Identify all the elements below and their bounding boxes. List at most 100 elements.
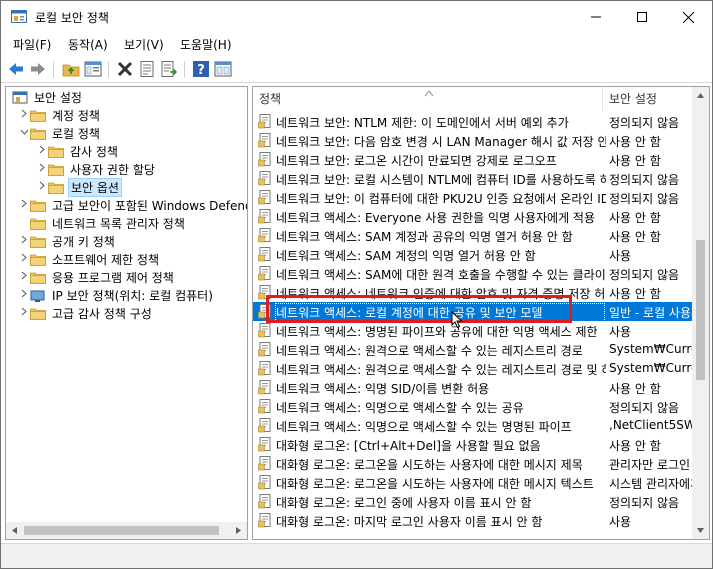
policy-row[interactable]: 네트워크 보안: 로컬 시스템이 NTLM에 컴퓨터 ID를 사용하도록 허용 정… [253, 169, 695, 188]
chevron-right-icon[interactable] [18, 289, 30, 301]
folder-icon [30, 308, 46, 320]
tree-item[interactable]: 감사 정책 [36, 142, 120, 160]
forward-arrow-icon[interactable] [29, 60, 47, 78]
tree-item[interactable]: 네트워크 목록 관리자 정책 [18, 214, 187, 232]
back-arrow-icon[interactable] [7, 60, 25, 78]
chevron-right-icon[interactable] [18, 271, 30, 283]
tree-item[interactable]: 고급 감사 정책 구성 [18, 304, 154, 322]
policy-setting: 정의되지 않음 [609, 173, 680, 187]
menu-action[interactable]: 동작(A) [68, 36, 108, 53]
menu-file[interactable]: 파일(F) [13, 36, 51, 53]
column-header-policy[interactable]: 정책 [259, 87, 281, 111]
policy-name: 대화형 로그온: 로그인 중에 사용자 이름 표시 안 함 [276, 496, 532, 510]
policy-name: 네트워크 보안: 이 컴퓨터에 대한 PKU2U 인증 요청에서 온라인 ID … [276, 192, 606, 206]
tree-item-label: 고급 감사 정책 구성 [52, 306, 152, 321]
tree-item-label: 네트워크 목록 관리자 정책 [52, 216, 185, 231]
scroll-left-icon[interactable] [10, 526, 19, 535]
security-policy-app-icon [11, 10, 27, 23]
policy-name: 네트워크 액세스: SAM에 대한 원격 호출을 수행할 수 있는 클라이언트 … [276, 268, 606, 282]
policy-row[interactable]: 네트워크 보안: 다음 암호 변경 시 LAN Manager 해시 값 저장 … [253, 131, 695, 150]
tree-item[interactable]: 계정 정책 [18, 106, 102, 124]
policy-icon [258, 323, 271, 338]
menu-view[interactable]: 보기(V) [124, 36, 164, 53]
tree-item[interactable]: 고급 보안이 포함된 Windows Defender 방화벽 [18, 196, 247, 214]
folder-icon [30, 272, 46, 284]
policy-row[interactable]: 네트워크 보안: 로그온 시간이 만료되면 강제로 로그오프 사용 안 함 [253, 150, 695, 169]
export-list-icon[interactable] [160, 60, 178, 78]
maximize-button[interactable] [619, 1, 665, 33]
tree-item-label: 소프트웨어 제한 정책 [52, 252, 159, 267]
policy-setting: 정의되지 않음 [609, 268, 680, 282]
policy-row[interactable]: 대화형 로그온: 로그온을 시도하는 사용자에 대한 메시지 제목 관리자만 로그… [253, 454, 695, 473]
tree-item[interactable]: 보안 설정 [12, 88, 84, 106]
horizontal-scrollbar[interactable] [6, 522, 247, 539]
mouse-cursor-icon [451, 311, 463, 329]
policy-icon [258, 190, 271, 205]
policy-row[interactable]: 대화형 로그온: 마지막 로그인 사용자 이름 표시 안 함 사용 [253, 511, 695, 530]
chevron-right-icon[interactable] [36, 145, 48, 157]
policy-row[interactable]: 대화형 로그온: 로그온을 시도하는 사용자에 대한 메시지 텍스트 시스템 관리… [253, 473, 699, 492]
scroll-right-icon[interactable] [234, 526, 243, 535]
chevron-right-icon[interactable] [36, 181, 48, 193]
policy-setting: 관리자만 로그인 [609, 458, 691, 472]
tree-item[interactable]: 응용 프로그램 제어 정책 [18, 268, 176, 286]
policy-row[interactable]: 네트워크 보안: NTLM 제한: 이 도메인에서 서버 예외 추가 정의되지 않… [253, 112, 695, 131]
policy-row[interactable]: 대화형 로그온: 로그인 중에 사용자 이름 표시 안 함 정의되지 않음 [253, 492, 695, 511]
chevron-right-icon[interactable] [36, 163, 48, 175]
show-hide-tree-icon[interactable] [84, 60, 102, 78]
policy-row[interactable]: 네트워크 액세스: Everyone 사용 권한을 익명 사용자에게 적용 사용 … [253, 207, 695, 226]
minimize-button[interactable] [573, 1, 619, 33]
policy-row[interactable]: 대화형 로그온: [Ctrl+Alt+Del]을 사용할 필요 없음 사용 안 함 [253, 435, 695, 454]
help-icon[interactable]: ? [192, 60, 210, 78]
up-folder-icon[interactable] [62, 60, 80, 78]
folder-icon [30, 110, 46, 122]
tree-pane[interactable]: 보안 설정 계정 정책 로컬 정책 감사 정책 사용자 권한 할당 보안 옵션 고급 보안이… [5, 86, 248, 540]
delete-icon[interactable] [116, 60, 134, 78]
menu-help[interactable]: 도움말(H) [180, 36, 232, 53]
toolbar-separator [108, 61, 109, 78]
horizontal-scroll-thumb[interactable] [24, 526, 219, 535]
policy-list-pane[interactable]: 정책 보안 설정 네트워크 보안: NTLM 제한: 이 도메인에서 서버 예외… [252, 86, 710, 540]
tree-item-label: 고급 보안이 포함된 Windows Defender 방화벽 [52, 198, 247, 213]
chevron-down-icon[interactable] [18, 128, 30, 139]
folder-icon [48, 182, 64, 194]
tree-item[interactable]: 보안 옵션 [36, 177, 122, 197]
scroll-down-icon[interactable] [696, 526, 705, 535]
policy-row[interactable]: 네트워크 액세스: 익명 SID/이름 변환 허용 사용 안 함 [253, 378, 695, 397]
policy-icon [258, 171, 271, 186]
properties-icon[interactable] [138, 60, 156, 78]
chevron-right-icon[interactable] [18, 235, 30, 247]
policy-row[interactable]: 네트워크 액세스: 명명된 파이프와 공유에 대한 익명 액세스 제한 사용 [253, 321, 695, 340]
vertical-scroll-thumb[interactable] [696, 240, 705, 380]
policy-setting: 사용 안 함 [609, 211, 661, 225]
tree-item[interactable]: 사용자 권한 할당 [36, 160, 157, 178]
policy-row[interactable]: 네트워크 액세스: 원격으로 액세스할 수 있는 레지스트리 경로 System₩… [253, 340, 699, 359]
policy-setting: 정의되지 않음 [609, 192, 680, 206]
policy-row[interactable]: 네트워크 액세스: 익명으로 액세스할 수 있는 공유 정의되지 않음 [253, 397, 695, 416]
view-icon[interactable] [214, 60, 232, 78]
close-button[interactable] [665, 1, 711, 33]
column-divider[interactable] [602, 87, 603, 111]
column-header-setting[interactable]: 보안 설정 [609, 87, 657, 111]
tree-item-label: 응용 프로그램 제어 정책 [52, 270, 174, 285]
chevron-right-icon[interactable] [18, 253, 30, 265]
policy-row[interactable]: 네트워크 액세스: 익명으로 액세스할 수 있는 명명된 파이프 ,NetClie… [253, 416, 699, 435]
tree-item[interactable]: 공개 키 정책 [18, 232, 117, 250]
policy-row[interactable]: 네트워크 액세스: SAM 계정의 익명 열거 허용 안 함 사용 [253, 245, 695, 264]
policy-setting: 정의되지 않음 [609, 116, 680, 130]
policy-row[interactable]: 네트워크 액세스: SAM 계정과 공유의 익명 열거 허용 안 함 사용 안 함 [253, 226, 695, 245]
policy-row[interactable]: 네트워크 액세스: SAM에 대한 원격 호출을 수행할 수 있는 클라이언트 … [253, 264, 695, 283]
scroll-up-icon[interactable] [696, 91, 705, 100]
tree-item[interactable]: IP 보안 정책(위치: 로컬 컴퓨터) [18, 286, 215, 304]
minimize-icon [591, 16, 601, 18]
folder-icon [30, 254, 46, 266]
chevron-right-icon[interactable] [18, 199, 30, 211]
tree-item[interactable]: 로컬 정책 [18, 124, 102, 142]
vertical-scrollbar[interactable] [692, 87, 709, 539]
chevron-right-icon[interactable] [18, 109, 30, 121]
chevron-right-icon[interactable] [18, 307, 30, 319]
policy-setting: 사용 안 함 [609, 154, 661, 168]
tree-item[interactable]: 소프트웨어 제한 정책 [18, 250, 161, 268]
policy-row[interactable]: 네트워크 보안: 이 컴퓨터에 대한 PKU2U 인증 요청에서 온라인 ID … [253, 188, 695, 207]
policy-row[interactable]: 네트워크 액세스: 원격으로 액세스할 수 있는 레지스트리 경로 및 하위 경… [253, 359, 699, 378]
